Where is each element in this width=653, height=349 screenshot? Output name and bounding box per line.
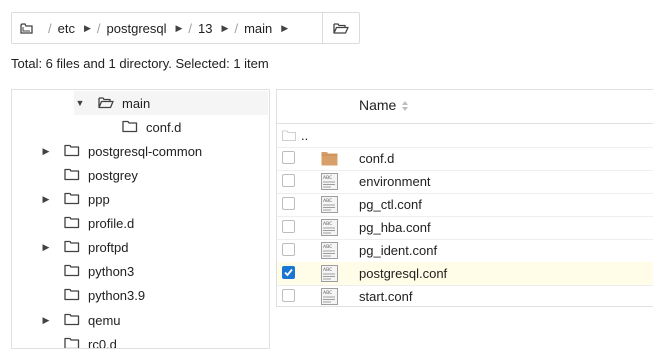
breadcrumb-separator: /: [97, 21, 101, 36]
tree-item-conf-d[interactable]: conf.d: [122, 115, 181, 139]
folder-open-icon[interactable]: [322, 13, 359, 43]
folder-icon: [122, 120, 138, 134]
folder-icon: [64, 264, 80, 278]
table-row[interactable]: ABC pg_hba.conf: [277, 216, 653, 240]
tree-item-postgrey[interactable]: postgrey: [40, 163, 138, 187]
text-file-icon: ABC: [321, 288, 338, 307]
svg-text:ABC: ABC: [323, 198, 332, 204]
folder-tree: ▼ main conf.d ▶ postgresql-common postgr…: [11, 89, 270, 349]
file-name: conf.d: [359, 151, 394, 166]
folder-icon: [64, 144, 80, 158]
file-name: environment: [359, 174, 431, 189]
text-file-icon: ABC: [321, 196, 338, 216]
tree-item-label: profile.d: [88, 216, 134, 231]
breadcrumb-etc[interactable]: etc: [58, 21, 75, 36]
folder-root-icon[interactable]: [12, 13, 42, 43]
tree-item-proftpd[interactable]: ▶ proftpd: [40, 235, 128, 259]
tree-item-python3[interactable]: python3: [40, 259, 134, 283]
tree-item-label: python3.9: [88, 288, 145, 303]
table-row[interactable]: ABC environment: [277, 170, 653, 194]
status-text: Total: 6 files and 1 directory. Selected…: [11, 56, 269, 71]
folder-icon: [64, 240, 80, 254]
breadcrumb-postgresql[interactable]: postgresql: [107, 21, 167, 36]
column-header-name[interactable]: Name: [359, 97, 396, 113]
list-header: Name: [277, 90, 653, 124]
folder-icon: [321, 150, 338, 169]
file-name: pg_hba.conf: [359, 220, 431, 235]
caret-right-icon[interactable]: ▶: [281, 23, 288, 34]
text-file-icon: ABC: [321, 265, 338, 285]
caret-right-icon[interactable]: ▶: [222, 23, 229, 34]
breadcrumb-separator: /: [234, 21, 238, 36]
tree-item-python3-9[interactable]: python3.9: [40, 283, 145, 307]
text-file-icon: ABC: [321, 219, 338, 239]
breadcrumb-separator: /: [48, 21, 52, 36]
row-checkbox[interactable]: [282, 151, 295, 164]
tree-item-qemu[interactable]: ▶ qemu: [40, 308, 121, 332]
parent-directory-label: ..: [301, 128, 308, 143]
file-name: postgresql.conf: [359, 266, 447, 281]
row-checkbox[interactable]: [282, 220, 295, 233]
table-row-selected[interactable]: ABC postgresql.conf: [277, 262, 653, 286]
svg-text:ABC: ABC: [323, 175, 332, 181]
folder-icon: [64, 168, 80, 182]
row-checkbox[interactable]: [282, 197, 295, 210]
breadcrumb: / etc ▶ / postgresql ▶ / 13 ▶ / main ▶: [11, 12, 360, 44]
breadcrumb-main[interactable]: main: [244, 21, 272, 36]
folder-open-icon: [98, 96, 114, 110]
file-name: pg_ctl.conf: [359, 197, 422, 212]
tree-item-label: proftpd: [88, 240, 128, 255]
folder-icon: [64, 192, 80, 206]
text-file-icon: ABC: [321, 242, 338, 262]
file-name: start.conf: [359, 289, 412, 304]
list-row-parent[interactable]: ..: [277, 124, 653, 148]
folder-icon: [64, 313, 80, 327]
row-checkbox[interactable]: [282, 289, 295, 302]
table-row[interactable]: ABC pg_ctl.conf: [277, 193, 653, 217]
table-row[interactable]: ABC pg_ident.conf: [277, 239, 653, 263]
tree-item-label: postgresql-common: [88, 144, 202, 159]
tree-item-ppp[interactable]: ▶ ppp: [40, 187, 110, 211]
tree-item-label: conf.d: [146, 120, 181, 135]
folder-icon: [282, 129, 296, 144]
tree-item-label: postgrey: [88, 168, 138, 183]
svg-text:ABC: ABC: [323, 221, 332, 227]
tree-item-label: main: [122, 96, 150, 111]
caret-right-icon[interactable]: ▶: [40, 315, 52, 326]
row-checkbox[interactable]: [282, 174, 295, 187]
file-list: Name .. conf.d ABC environment ABC pg_ct…: [276, 89, 653, 307]
svg-text:ABC: ABC: [323, 290, 332, 296]
table-row[interactable]: ABC start.conf: [277, 285, 653, 307]
caret-right-icon[interactable]: ▶: [176, 23, 183, 34]
caret-down-icon[interactable]: ▼: [74, 98, 86, 108]
breadcrumb-separator: /: [188, 21, 192, 36]
sort-icon[interactable]: [401, 100, 409, 115]
caret-right-icon[interactable]: ▶: [40, 242, 52, 253]
breadcrumb-13[interactable]: 13: [198, 21, 212, 36]
tree-item-profile-d[interactable]: profile.d: [40, 211, 134, 235]
folder-icon: [64, 337, 80, 349]
table-row[interactable]: conf.d: [277, 147, 653, 171]
caret-right-icon[interactable]: ▶: [84, 23, 91, 34]
tree-item-label: ppp: [88, 192, 110, 207]
caret-right-icon[interactable]: ▶: [40, 146, 52, 157]
svg-text:ABC: ABC: [323, 244, 332, 250]
folder-icon: [64, 288, 80, 302]
tree-item-label: qemu: [88, 313, 121, 328]
row-checkbox[interactable]: [282, 243, 295, 256]
svg-text:ABC: ABC: [323, 267, 332, 273]
caret-right-icon[interactable]: ▶: [40, 194, 52, 205]
text-file-icon: ABC: [321, 173, 338, 193]
folder-icon: [64, 216, 80, 230]
file-name: pg_ident.conf: [359, 243, 437, 258]
tree-item-label: rc0.d: [88, 337, 117, 349]
tree-item-label: python3: [88, 264, 134, 279]
tree-item-main[interactable]: ▼ main: [74, 91, 268, 115]
tree-item-postgresql-common[interactable]: ▶ postgresql-common: [40, 139, 202, 163]
row-checkbox-checked[interactable]: [282, 266, 295, 279]
